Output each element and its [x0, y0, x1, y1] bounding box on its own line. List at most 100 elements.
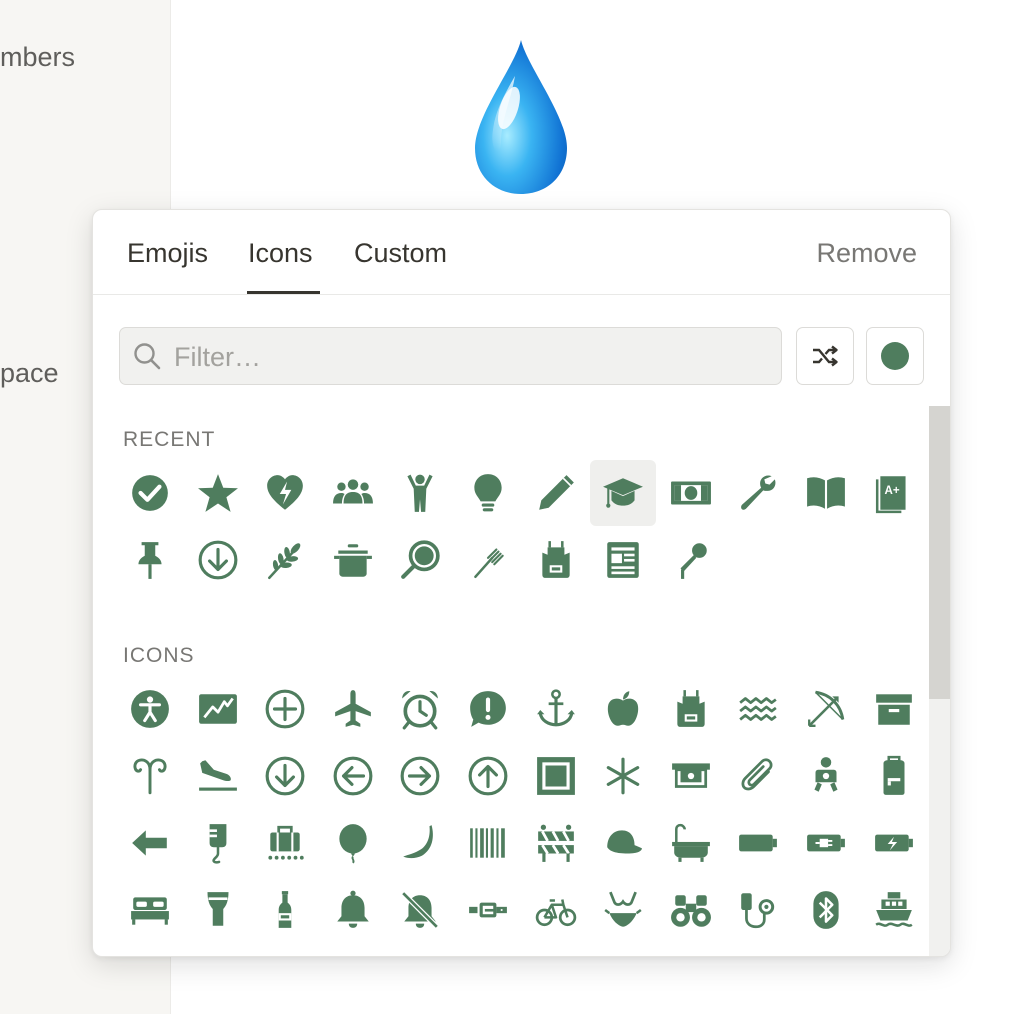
icon-option-bicycle[interactable]	[523, 877, 589, 943]
icon-option-bed[interactable]	[117, 877, 183, 943]
icon-option-bathtub[interactable]	[658, 810, 724, 876]
tab-icons[interactable]: Icons	[248, 238, 313, 269]
icon-option-wheat[interactable]	[252, 527, 318, 593]
icon-option-arrow-right-circle[interactable]	[387, 743, 453, 809]
icon-option-bell-slash[interactable]	[387, 877, 453, 943]
anchor-icon	[536, 689, 575, 727]
icon-option-fork[interactable]	[455, 527, 521, 593]
icon-option-binoculars[interactable]	[658, 877, 724, 943]
tab-custom[interactable]: Custom	[354, 238, 447, 269]
icon-option-bikini[interactable]	[590, 877, 656, 943]
icon-option-aries[interactable]	[117, 743, 183, 809]
icon-option-pencil[interactable]	[523, 460, 589, 526]
icon-option-iv-bag[interactable]	[185, 810, 251, 876]
icon-option-boat[interactable]	[861, 877, 927, 943]
icon-option-apron[interactable]	[523, 527, 589, 593]
icon-option-arrow-left-circle[interactable]	[320, 743, 386, 809]
heart-pulse-icon	[267, 475, 304, 510]
icon-option-barcode[interactable]	[455, 810, 521, 876]
icon-option-archery[interactable]	[793, 676, 859, 742]
icon-scroll-area[interactable]: RECENT A+ ICONS	[93, 406, 950, 956]
icon-option-arrow-left[interactable]	[117, 810, 183, 876]
arrow-down-circle-icon	[265, 756, 305, 796]
tab-emojis[interactable]: Emojis	[127, 238, 208, 269]
icon-option-airplane[interactable]	[320, 676, 386, 742]
icon-option-baseball-cap[interactable]	[590, 810, 656, 876]
icon-option-group[interactable]	[320, 460, 386, 526]
picker-tabs: Emojis Icons Custom Remove	[93, 210, 950, 295]
icon-option-plus-circle[interactable]	[252, 676, 318, 742]
icon-option-belt[interactable]	[455, 877, 521, 943]
icon-option-lightbulb[interactable]	[455, 460, 521, 526]
scrollbar-thumb[interactable]	[929, 406, 950, 699]
filter-input[interactable]	[172, 336, 766, 378]
section-label-icons: ICONS	[123, 644, 195, 667]
icon-option-microphone[interactable]	[658, 527, 724, 593]
icon-option-aquarius[interactable]	[725, 676, 791, 742]
icon-option-wrench[interactable]	[725, 460, 791, 526]
icon-option-person-arms-up[interactable]	[387, 460, 453, 526]
icon-option-arrow-down-circle[interactable]	[252, 743, 318, 809]
icon-option-baggage-claim[interactable]	[252, 810, 318, 876]
arrow-right-circle-icon	[400, 756, 440, 796]
color-swatch	[881, 342, 909, 370]
icon-option-battery-charging-plug[interactable]	[793, 810, 859, 876]
icon-option-frying-pan[interactable]	[387, 527, 453, 593]
icon-option-chart-line[interactable]	[185, 676, 251, 742]
icon-option-backpack[interactable]	[861, 743, 927, 809]
icon-option-atm[interactable]	[658, 743, 724, 809]
random-icon-button[interactable]	[796, 327, 854, 385]
icon-option-anchor[interactable]	[523, 676, 589, 742]
icon-option-bottle[interactable]	[252, 877, 318, 943]
icon-option-alarm-clock[interactable]	[387, 676, 453, 742]
icon-option-report-card[interactable]: A+	[861, 460, 927, 526]
icon-option-newspaper[interactable]	[590, 527, 656, 593]
bathtub-icon	[671, 823, 710, 862]
icon-option-blood-pressure[interactable]	[725, 877, 791, 943]
icon-option-artwork-frame[interactable]	[523, 743, 589, 809]
artwork-frame-icon	[536, 757, 575, 795]
icon-option-beer[interactable]	[185, 877, 251, 943]
arrow-left-circle-icon	[333, 756, 373, 796]
svg-text:A+: A+	[884, 485, 899, 497]
icon-option-battery-charging-bolt[interactable]	[861, 810, 927, 876]
icon-option-pot[interactable]	[320, 527, 386, 593]
sidebar-item-members[interactable]: mbers	[0, 42, 170, 73]
icon-option-star[interactable]	[185, 460, 251, 526]
icon-option-airplane-arrival[interactable]	[185, 743, 251, 809]
active-tab-indicator	[247, 291, 320, 294]
icon-option-arrow-down-circle[interactable]	[185, 527, 251, 593]
remove-button[interactable]: Remove	[816, 238, 917, 269]
icon-option-arrow-up-circle[interactable]	[455, 743, 521, 809]
arrow-down-circle-icon	[198, 540, 238, 580]
icon-option-archive[interactable]	[861, 676, 927, 742]
pushpin-icon	[138, 542, 162, 579]
icon-option-pushpin[interactable]	[117, 527, 183, 593]
icon-option-apron[interactable]	[658, 676, 724, 742]
droplet-emoji-icon[interactable]	[470, 38, 572, 198]
icon-option-battery-full[interactable]	[725, 810, 791, 876]
icon-option-apple[interactable]	[590, 676, 656, 742]
belt-icon	[469, 902, 507, 918]
shuffle-icon	[813, 345, 838, 367]
icon-option-baby[interactable]	[793, 743, 859, 809]
paperclip-icon	[741, 758, 773, 791]
icon-option-book-open[interactable]	[793, 460, 859, 526]
icon-option-graduation-cap[interactable]	[590, 460, 657, 526]
filter-box	[119, 327, 782, 385]
icon-option-heart-pulse[interactable]	[252, 460, 318, 526]
icon-option-banana[interactable]	[387, 810, 453, 876]
icon-option-bluetooth[interactable]	[793, 877, 859, 943]
icon-option-money[interactable]	[658, 460, 724, 526]
icon-color-button[interactable]	[866, 327, 924, 385]
icon-option-paperclip[interactable]	[725, 743, 791, 809]
icon-option-barricade[interactable]	[523, 810, 589, 876]
icon-option-exclamation-bubble[interactable]	[455, 676, 521, 742]
pot-icon	[333, 544, 372, 577]
icon-option-asterisk[interactable]	[590, 743, 656, 809]
icon-option-check-circle[interactable]	[117, 460, 183, 526]
icon-option-bell[interactable]	[320, 877, 386, 943]
icon-option-balloon[interactable]	[320, 810, 386, 876]
icon-option-accessibility[interactable]	[117, 676, 183, 742]
plus-circle-icon	[265, 689, 305, 729]
